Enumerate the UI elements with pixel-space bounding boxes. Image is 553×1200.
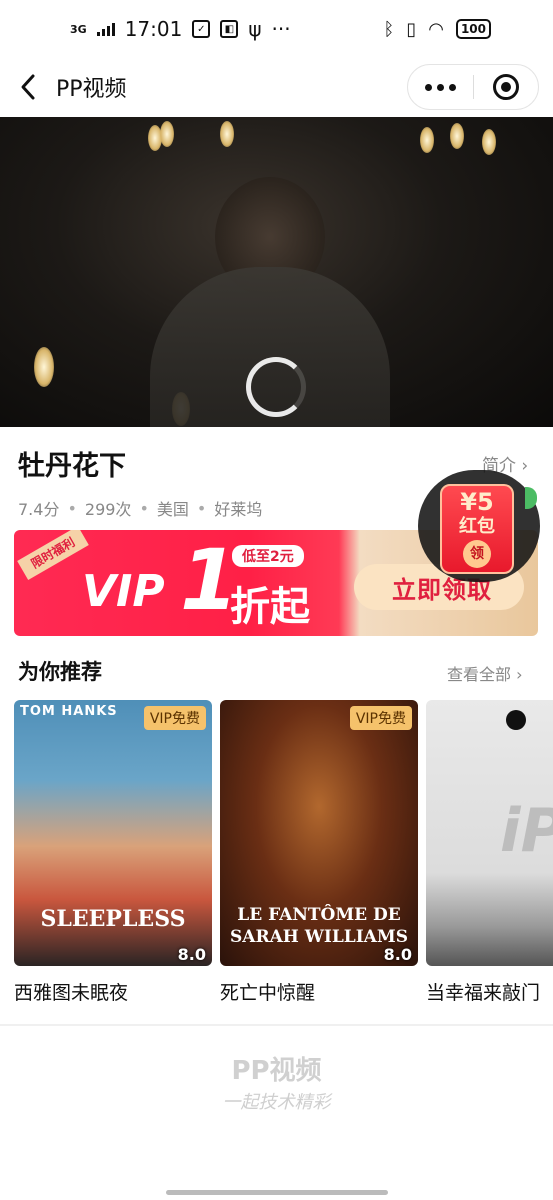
view-all-link[interactable]: 查看全部 › bbox=[447, 661, 523, 685]
poster-credit: TOM HANKS bbox=[20, 704, 118, 719]
mini-program-capsule bbox=[407, 64, 539, 110]
red-packet-amount: ¥5 bbox=[460, 488, 494, 516]
vibrate-icon: ▯ bbox=[406, 18, 417, 40]
more-dot-icon bbox=[448, 83, 456, 91]
movie-card[interactable]: iP bbox=[426, 700, 553, 966]
page-title: PP视频 bbox=[56, 77, 127, 102]
candle-light bbox=[160, 121, 174, 147]
chevron-left-icon bbox=[21, 74, 35, 100]
banner-discount-text: 折起 bbox=[230, 584, 310, 630]
movie-card-title[interactable]: 当幸福来敲门 bbox=[426, 978, 540, 1005]
close-mini-program-button[interactable] bbox=[474, 65, 539, 109]
signal-icon bbox=[96, 22, 115, 36]
movie-rating: 7.4分 bbox=[18, 500, 60, 519]
red-packet-button[interactable]: ¥5 红包 领 bbox=[440, 484, 514, 574]
movie-card-title[interactable]: 西雅图未眠夜 bbox=[14, 978, 128, 1005]
target-icon bbox=[492, 74, 519, 100]
banner-price-pill: 低至2元 bbox=[232, 545, 304, 567]
candle-light bbox=[482, 129, 496, 155]
battery-icon: 100 bbox=[455, 19, 491, 39]
loading-spinner-icon bbox=[246, 357, 306, 417]
more-dot-icon bbox=[436, 83, 444, 91]
poster-title: LE FANTÔME DE SARAH WILLIAMS bbox=[230, 905, 408, 947]
candle-light bbox=[420, 127, 434, 153]
banner-vip-text: VIP bbox=[82, 566, 165, 617]
nav-bar: PP视频 bbox=[0, 58, 553, 116]
vip-free-badge: VIP免费 bbox=[143, 706, 206, 730]
movie-card[interactable]: LE FANTÔME DE SARAH WILLIAMS VIP免费 8.0 bbox=[220, 700, 418, 966]
banner-tag: 限时福利 bbox=[17, 530, 89, 581]
movie-score: 8.0 bbox=[177, 945, 206, 964]
usb-icon: ψ bbox=[248, 17, 262, 41]
network-type: 3G bbox=[70, 22, 87, 36]
more-dot-icon bbox=[424, 83, 432, 91]
back-button[interactable] bbox=[0, 58, 56, 116]
candle-light bbox=[450, 123, 464, 149]
movie-title: 牡丹花下 bbox=[18, 451, 126, 482]
candle-light bbox=[34, 347, 54, 387]
movie-card-title[interactable]: 死亡中惊醒 bbox=[220, 978, 315, 1005]
poster-dot bbox=[506, 710, 526, 730]
movie-card[interactable]: TOM HANKS SLEEPLESS VIP免费 8.0 bbox=[14, 700, 212, 966]
red-packet-label: 红包 bbox=[459, 516, 495, 537]
candle-light bbox=[220, 121, 234, 147]
movie-plays: 299次 bbox=[84, 500, 132, 519]
footer-logo: PP视频 bbox=[231, 1056, 322, 1086]
status-time: 17:01 bbox=[124, 17, 183, 41]
pp-logo-placeholder-icon: iP bbox=[500, 796, 553, 866]
movie-score: 8.0 bbox=[383, 945, 412, 964]
more-status-icon: ··· bbox=[271, 17, 291, 41]
status-bar: 3G 17:01 ✓ ◧ ψ ··· ᛒ ▯ ◠ 100 bbox=[0, 0, 553, 58]
check-icon: ✓ bbox=[192, 20, 211, 38]
footer-slogan: 一起技术精彩 bbox=[222, 1092, 331, 1113]
movie-meta: 7.4分 • 299次 • 美国 • 好莱坞 bbox=[18, 496, 262, 520]
movie-source: 好莱坞 bbox=[214, 500, 263, 519]
bluetooth-icon: ᛒ bbox=[383, 18, 395, 40]
vip-free-badge: VIP免费 bbox=[349, 706, 412, 730]
poster-title: SLEEPLESS bbox=[40, 906, 186, 932]
home-indicator[interactable] bbox=[166, 1190, 388, 1195]
more-button[interactable] bbox=[408, 65, 473, 109]
video-player[interactable] bbox=[0, 117, 553, 427]
app-icon: ◧ bbox=[220, 20, 239, 38]
section-divider bbox=[0, 1024, 553, 1026]
wifi-icon: ◠ bbox=[428, 18, 444, 40]
red-packet-claim: 领 bbox=[463, 540, 491, 568]
recommend-section-title: 为你推荐 bbox=[18, 660, 102, 684]
movie-region: 美国 bbox=[156, 500, 189, 519]
